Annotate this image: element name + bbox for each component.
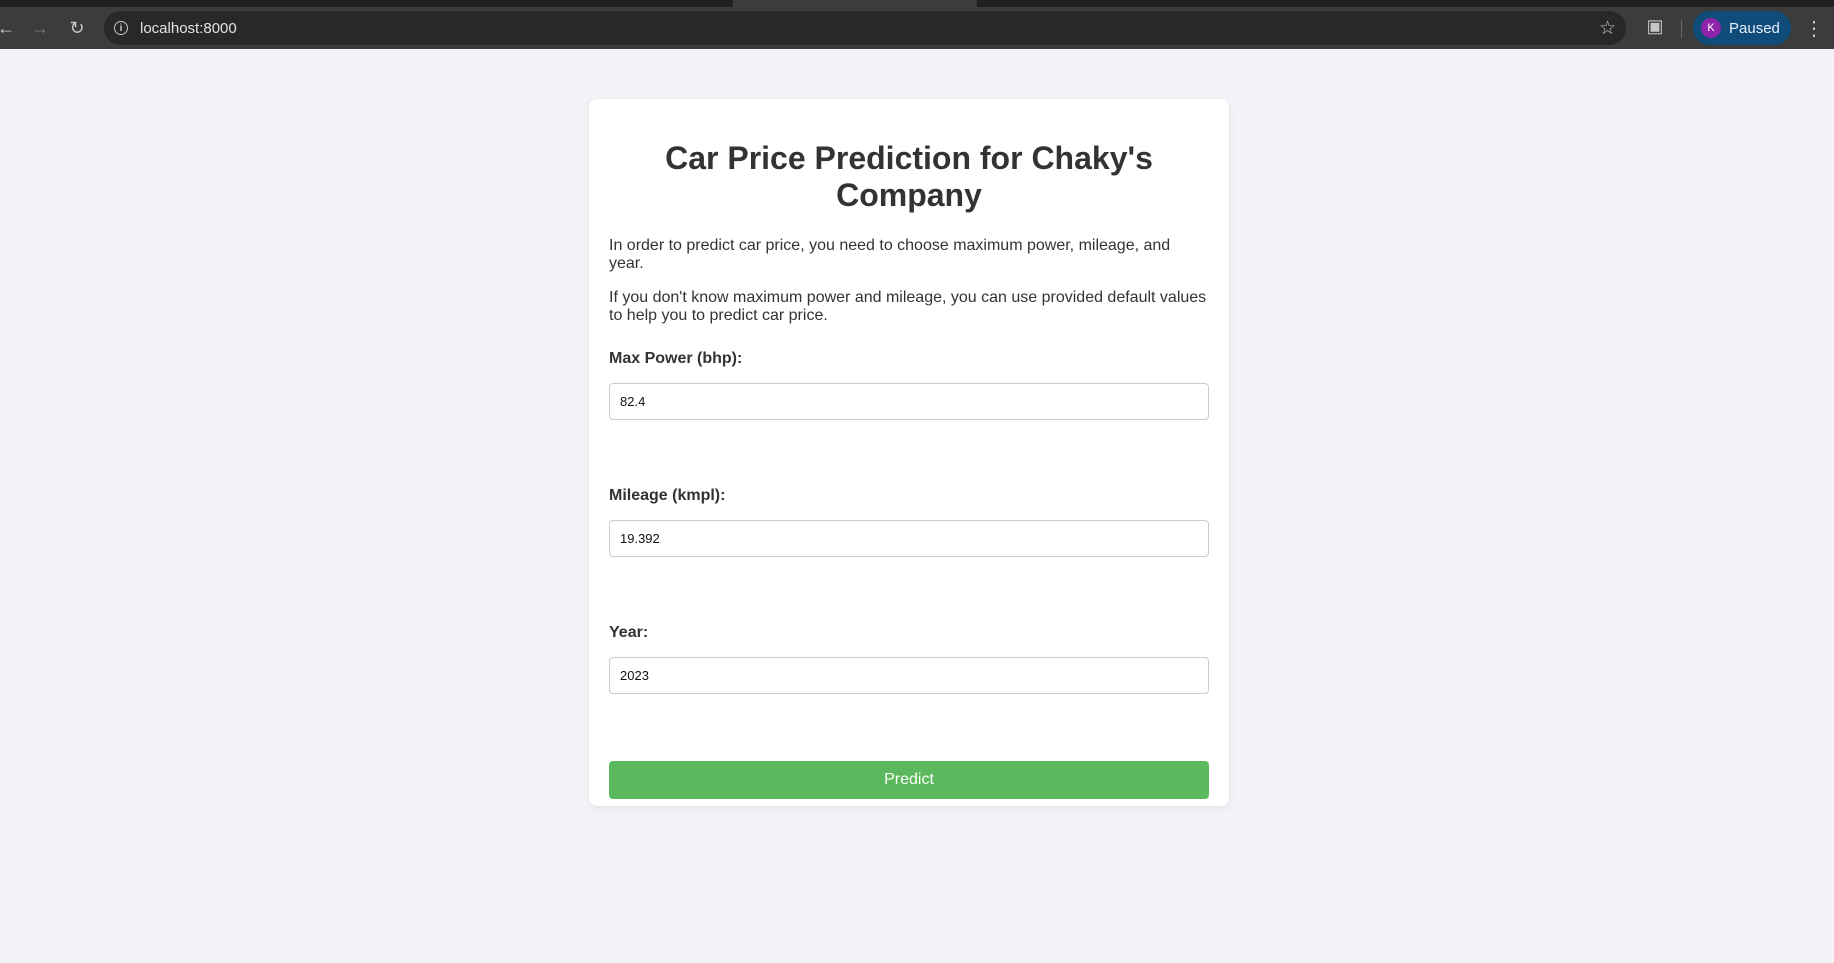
mileage-label: Mileage (kmpl):	[609, 487, 726, 504]
max-power-input[interactable]	[609, 383, 1209, 420]
avatar: K	[1701, 18, 1721, 38]
mileage-input[interactable]	[609, 520, 1209, 557]
intro-text: In order to predict car price, you need …	[609, 237, 1171, 272]
year-label: Year:	[609, 624, 649, 641]
puzzle-icon[interactable]: ▣	[1645, 16, 1665, 36]
prediction-card: Car Price Prediction for Chaky's Company…	[589, 99, 1229, 806]
reload-icon[interactable]: ↻	[63, 14, 91, 42]
page-title: Car Price Prediction for Chaky's Company	[665, 140, 1153, 213]
url-text[interactable]: localhost:8000	[140, 20, 237, 37]
year-input[interactable]	[609, 657, 1209, 694]
star-icon[interactable]: ☆	[1599, 17, 1616, 40]
info-icon[interactable]: i	[114, 21, 128, 35]
max-power-label: Max Power (bhp):	[609, 350, 743, 367]
active-tab[interactable]	[733, 0, 977, 7]
predict-button[interactable]: Predict	[609, 761, 1209, 799]
default-values-note: If you don't know maximum power and mile…	[609, 289, 1207, 324]
tab-strip	[0, 0, 1834, 7]
forward-arrow-icon[interactable]: →	[26, 14, 54, 42]
back-arrow-icon[interactable]: ←	[0, 14, 20, 42]
browser-toolbar: ← → ↻ i localhost:8000 ☆ ▣ K Paused ⋮	[0, 7, 1834, 49]
toolbar-divider	[1681, 20, 1682, 38]
address-bar[interactable]: i localhost:8000 ☆	[104, 11, 1626, 45]
browser-chrome: ← → ↻ i localhost:8000 ☆ ▣ K Paused ⋮	[0, 0, 1834, 49]
profile-status: Paused	[1729, 19, 1780, 37]
profile-button[interactable]: K Paused	[1693, 11, 1791, 45]
kebab-menu-icon[interactable]: ⋮	[1804, 16, 1824, 41]
